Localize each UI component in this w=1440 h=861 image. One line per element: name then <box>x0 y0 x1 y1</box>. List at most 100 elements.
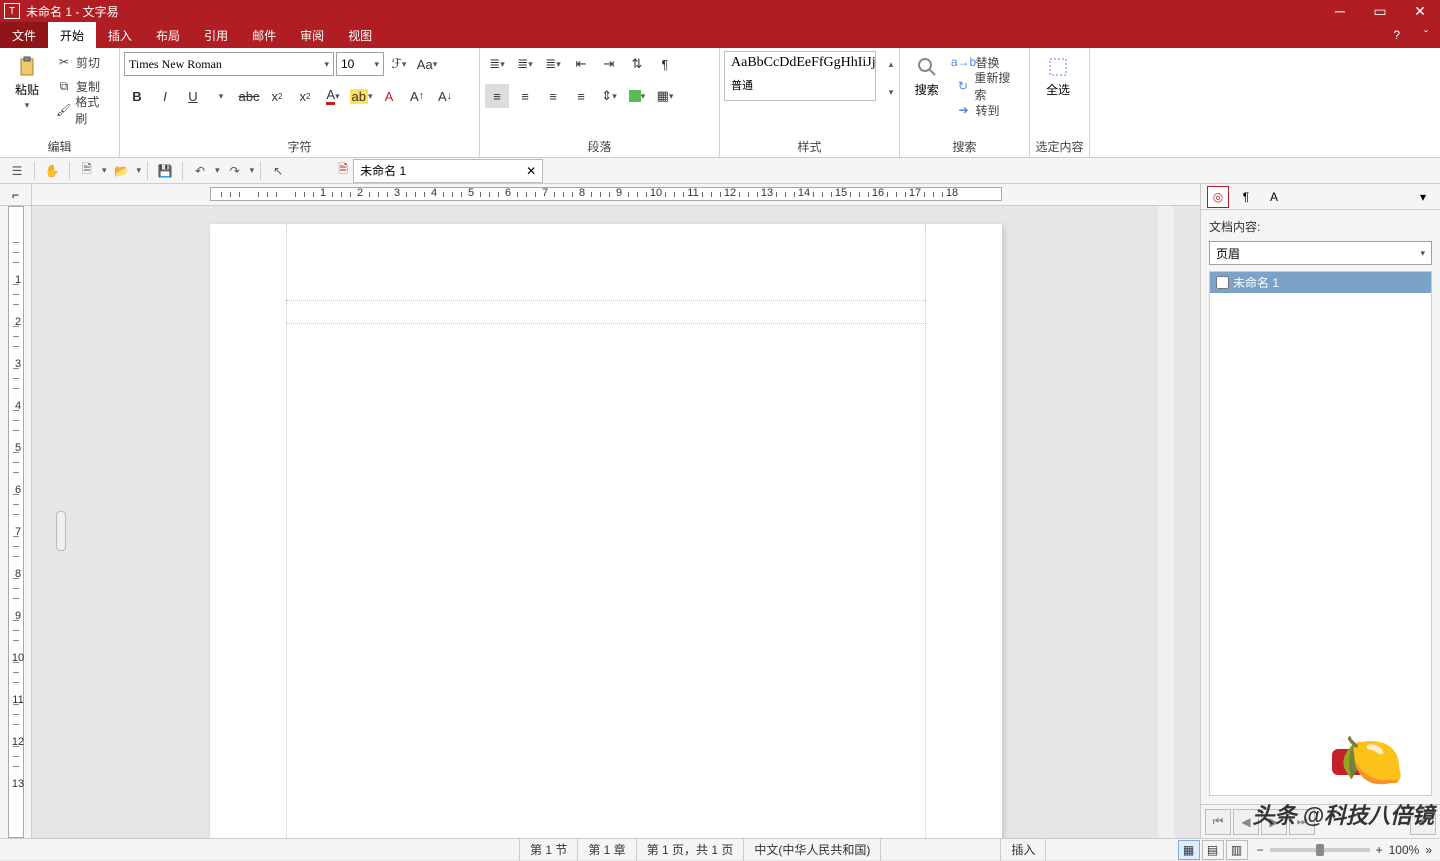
nav-first-button[interactable]: ⏮ <box>1205 809 1231 835</box>
research-button[interactable]: ↻ 重新搜索 <box>950 75 1025 97</box>
subscript-button[interactable]: x2 <box>265 84 289 108</box>
collapse-ribbon-button[interactable]: ˇ <box>1412 22 1440 48</box>
multilevel-list-button[interactable]: ≣▾ <box>541 52 565 76</box>
undo-button[interactable]: ↶ <box>189 160 211 182</box>
increase-indent-button[interactable]: ⇥ <box>597 52 621 76</box>
borders-button[interactable]: ▦▾ <box>653 84 677 108</box>
superscript-button[interactable]: x2 <box>293 84 317 108</box>
status-mode[interactable]: 插入 <box>1001 839 1046 861</box>
horizontal-ruler[interactable]: 123456789101112131415161718 <box>32 184 1200 206</box>
nav-pane-tab-3[interactable]: A <box>1263 186 1285 208</box>
status-language[interactable]: 中文(中华人民共和国) <box>744 839 881 861</box>
change-case-button[interactable]: Aa▾ <box>415 52 439 76</box>
save-button[interactable]: 💾 <box>154 160 176 182</box>
minimize-button[interactable]: ─ <box>1320 0 1360 22</box>
nav-drop-button[interactable]: ▾ <box>1410 809 1436 835</box>
grow-font-button[interactable]: A↑ <box>405 84 429 108</box>
nav-last-button[interactable]: ⏭ <box>1289 809 1315 835</box>
zoom-menu-button[interactable]: » <box>1425 843 1432 857</box>
underline-drop[interactable]: ▾ <box>209 84 233 108</box>
document-tab[interactable]: 未命名 1 ✕ <box>353 159 543 183</box>
select-all-button[interactable]: 全选 <box>1034 51 1082 102</box>
decrease-indent-button[interactable]: ⇤ <box>569 52 593 76</box>
pointer-tool-button[interactable]: ↖ <box>267 160 289 182</box>
bullet-list-button[interactable]: ≣▾ <box>485 52 509 76</box>
line-spacing-button[interactable]: ⇕▾ <box>597 84 621 108</box>
align-left-button[interactable]: ≡ <box>485 84 509 108</box>
nav-type-select[interactable]: 页眉 ▾ <box>1209 241 1432 265</box>
doc-icon: 🗎 <box>333 159 353 183</box>
tab-home[interactable]: 开始 <box>48 22 96 48</box>
tab-view[interactable]: 视图 <box>336 22 384 48</box>
close-tab-button[interactable]: ✕ <box>526 164 536 178</box>
hand-tool-button[interactable]: ✋ <box>41 160 63 182</box>
menu-button[interactable]: ☰ <box>6 160 28 182</box>
close-button[interactable]: ✕ <box>1400 0 1440 22</box>
zoom-out-button[interactable]: − <box>1257 843 1264 857</box>
view-outline-button[interactable]: ▥ <box>1226 840 1248 860</box>
splitter-handle[interactable] <box>56 511 66 551</box>
tab-file[interactable]: 文件 <box>0 22 48 48</box>
zoom-level[interactable]: 100% <box>1389 843 1420 857</box>
tab-reference[interactable]: 引用 <box>192 22 240 48</box>
clear-format-button[interactable]: ℱ▾ <box>387 52 411 76</box>
paste-button[interactable]: 粘贴 ▾ <box>4 51 50 115</box>
nav-prev-button[interactable]: ◀ <box>1233 809 1259 835</box>
tab-insert[interactable]: 插入 <box>96 22 144 48</box>
bold-button[interactable]: B <box>125 84 149 108</box>
ruler-corner[interactable]: ⌐ <box>0 184 32 206</box>
right-panel: ◎ ¶ A ▾ 文档内容: 页眉 ▾ 未命名 1 ⏮ ◀ ▶ ⏭ <box>1200 184 1440 838</box>
cut-button[interactable]: ✂ 剪切 <box>50 51 115 73</box>
highlight-button[interactable]: ab▾ <box>349 84 373 108</box>
maximize-button[interactable]: ▭ <box>1360 0 1400 22</box>
align-justify-button[interactable]: ≡ <box>569 84 593 108</box>
nav-next-button[interactable]: ▶ <box>1261 809 1287 835</box>
style-normal[interactable]: AaBbCcDdEeFfGgHhIiJj 普通 <box>724 51 876 101</box>
search-button[interactable]: 搜索 <box>904 51 950 102</box>
font-effects-button[interactable]: A <box>377 84 401 108</box>
view-print-button[interactable]: ▦ <box>1178 840 1200 860</box>
refresh-icon: ↻ <box>956 78 971 94</box>
nav-list: 未命名 1 <box>1209 271 1432 796</box>
align-center-button[interactable]: ≡ <box>513 84 537 108</box>
font-size-select[interactable]: 10 ▾ <box>336 52 384 76</box>
shrink-font-button[interactable]: A↓ <box>433 84 457 108</box>
font-color-button[interactable]: A▾ <box>321 84 345 108</box>
strikethrough-button[interactable]: abc <box>237 84 261 108</box>
italic-button[interactable]: I <box>153 84 177 108</box>
nav-item[interactable]: 未命名 1 <box>1210 272 1431 293</box>
goto-button[interactable]: ➔ 转到 <box>950 99 1025 121</box>
window-controls: ─ ▭ ✕ <box>1320 0 1440 22</box>
shading-button[interactable]: ▾ <box>625 84 649 108</box>
tab-mail[interactable]: 邮件 <box>240 22 288 48</box>
open-button[interactable]: 📂 <box>111 160 133 182</box>
tab-layout[interactable]: 布局 <box>144 22 192 48</box>
number-list-button[interactable]: ≣▾ <box>513 52 537 76</box>
underline-button[interactable]: U <box>181 84 205 108</box>
brush-icon: 🖌 <box>56 102 71 118</box>
nav-item-checkbox[interactable] <box>1216 276 1229 289</box>
show-marks-button[interactable]: ¶ <box>653 52 677 76</box>
group-label-char: 字符 <box>124 137 475 157</box>
nav-pane-tab-nav[interactable]: ◎ <box>1207 186 1229 208</box>
format-painter-button[interactable]: 🖌 格式刷 <box>50 99 115 121</box>
view-web-button[interactable]: ▤ <box>1202 840 1224 860</box>
redo-button[interactable]: ↷ <box>224 160 246 182</box>
help-button[interactable]: ? <box>1381 22 1412 48</box>
status-chapter[interactable]: 第 1 章 <box>578 839 636 861</box>
zoom-slider[interactable] <box>1270 848 1370 852</box>
vertical-scrollbar[interactable] <box>1158 206 1174 838</box>
new-doc-button[interactable]: 🗎 <box>76 160 98 182</box>
scissors-icon: ✂ <box>56 54 72 70</box>
document-canvas[interactable] <box>32 206 1200 838</box>
align-right-button[interactable]: ≡ <box>541 84 565 108</box>
nav-pane-tab-2[interactable]: ¶ <box>1235 186 1257 208</box>
sort-button[interactable]: ⇅ <box>625 52 649 76</box>
tab-review[interactable]: 审阅 <box>288 22 336 48</box>
nav-pane-menu[interactable]: ▾ <box>1412 186 1434 208</box>
font-family-select[interactable]: Times New Roman ▾ <box>124 52 334 76</box>
status-section[interactable]: 第 1 节 <box>520 839 578 861</box>
status-page[interactable]: 第 1 页，共 1 页 <box>637 839 745 861</box>
zoom-in-button[interactable]: + <box>1376 843 1383 857</box>
vertical-ruler[interactable]: 12345678910111213 <box>0 206 32 838</box>
